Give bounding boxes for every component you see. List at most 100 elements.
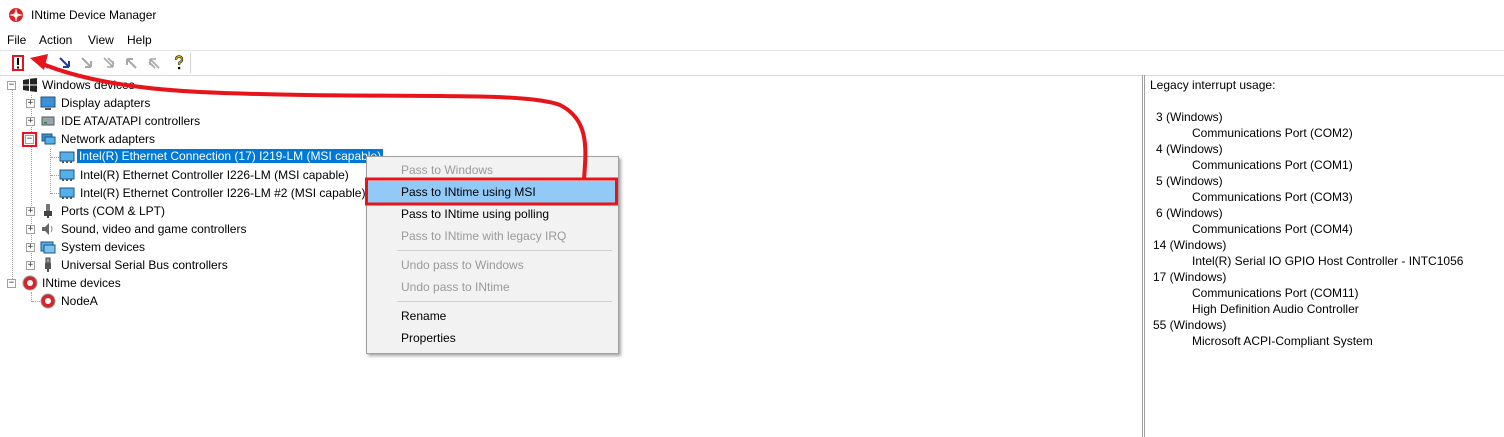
menu-action[interactable]: Action <box>39 33 72 47</box>
menu-bar: File Action View Help <box>0 30 1504 50</box>
menu-item-label: Pass to INtime using polling <box>401 207 550 221</box>
expand-toggle[interactable]: + <box>26 243 35 252</box>
pass-up-multi-disabled-icon <box>148 58 160 69</box>
tree-node-usb[interactable]: + Universal Serial Bus controllers <box>0 256 400 274</box>
menu-item-label: Pass to INtime using MSI <box>401 185 536 199</box>
menu-item-label: Pass to Windows <box>401 163 494 177</box>
collapse-toggle[interactable]: − <box>7 279 16 288</box>
menu-rename[interactable]: Rename <box>367 305 618 327</box>
tree-label: Intel(R) Ethernet Controller I226-LM #2 … <box>80 186 366 200</box>
pass-up-multi-disabled-button[interactable] <box>145 54 163 72</box>
tree-node-display-adapters[interactable]: + Display adapters <box>0 94 400 112</box>
irq-label: 17 (Windows) <box>1153 270 1227 284</box>
intime-node-icon <box>40 293 56 309</box>
port-icon <box>44 204 52 218</box>
irq-label: 3 (Windows) <box>1156 110 1223 124</box>
tree-node-network-adapters[interactable]: − Network adapters <box>0 130 400 148</box>
help-button[interactable] <box>170 54 188 72</box>
toolbar-separator <box>190 53 191 73</box>
toolbar <box>0 50 1504 76</box>
irq-label: 4 (Windows) <box>1156 142 1223 156</box>
irq-device: High Definition Audio Controller <box>1192 302 1359 316</box>
network-card-icon <box>59 169 75 181</box>
irq-label: 5 (Windows) <box>1156 174 1223 188</box>
tree-node-nic-i219[interactable]: Intel(R) Ethernet Connection (17) I219-L… <box>0 148 400 166</box>
speaker-icon <box>42 223 53 235</box>
menu-help[interactable]: Help <box>127 33 152 47</box>
exclamation-button[interactable] <box>9 54 27 72</box>
tree-node-nic-i226[interactable]: Intel(R) Ethernet Controller I226-LM (MS… <box>0 166 400 184</box>
menu-item-label: Properties <box>401 331 456 345</box>
title-bar: INtime Device Manager <box>0 0 1504 30</box>
tree-line <box>51 157 59 158</box>
irq-device: Communications Port (COM4) <box>1192 222 1353 236</box>
pass-down-disabled-icon <box>81 57 92 68</box>
menu-pass-to-intime-polling[interactable]: Pass to INtime using polling <box>367 203 618 225</box>
menu-undo-pass-intime[interactable]: Undo pass to INtime <box>367 276 618 298</box>
tree-node-windows-devices[interactable]: − Windows devices <box>0 76 400 94</box>
menu-properties[interactable]: Properties <box>367 327 618 349</box>
tree-label: Sound, video and game controllers <box>61 222 247 236</box>
back-button[interactable] <box>34 54 52 72</box>
intime-logo-icon <box>22 275 38 291</box>
drive-icon <box>41 116 55 126</box>
tree-line <box>32 301 40 302</box>
menu-view[interactable]: View <box>88 33 114 47</box>
expand-toggle[interactable]: + <box>26 99 35 108</box>
tree-label: System devices <box>61 240 146 254</box>
system-folder-icon <box>40 241 56 254</box>
irq-label: 14 (Windows) <box>1153 238 1227 252</box>
pass-down-multi-disabled-button[interactable] <box>100 54 118 72</box>
expand-toggle[interactable]: + <box>26 225 35 234</box>
tree-node-intime-devices[interactable]: − INtime devices <box>0 274 400 292</box>
tree-label: NodeA <box>61 294 98 308</box>
irq-label: 55 (Windows) <box>1153 318 1227 332</box>
collapse-toggle[interactable]: − <box>25 135 34 144</box>
collapse-toggle[interactable]: − <box>7 81 16 90</box>
menu-pass-to-intime-msi[interactable]: Pass to INtime using MSI <box>367 181 618 203</box>
menu-item-label: Undo pass to Windows <box>401 258 524 272</box>
pass-down-button[interactable] <box>56 54 74 72</box>
pass-down-multi-disabled-icon <box>103 57 115 68</box>
menu-item-label: Pass to INtime with legacy IRQ <box>401 229 567 243</box>
window-title: INtime Device Manager <box>31 8 157 22</box>
menu-pass-to-windows[interactable]: Pass to Windows <box>367 159 618 181</box>
pass-up-disabled-icon <box>126 58 137 69</box>
tree-node-sound[interactable]: + Sound, video and game controllers <box>0 220 400 238</box>
irq-device: Communications Port (COM1) <box>1192 158 1353 172</box>
pane-heading: Legacy interrupt usage: <box>1150 78 1276 92</box>
irq-device: Communications Port (COM2) <box>1192 126 1353 140</box>
tree-node-nodea[interactable]: NodeA <box>0 292 400 310</box>
tree-label: Ports (COM & LPT) <box>61 204 166 218</box>
expand-toggle[interactable]: + <box>26 261 35 270</box>
network-card-icon <box>59 151 75 163</box>
irq-device: Communications Port (COM3) <box>1192 190 1353 204</box>
irq-device: Microsoft ACPI-Compliant System <box>1192 334 1373 348</box>
context-menu: Pass to Windows Pass to INtime using MSI… <box>366 156 619 354</box>
tree-node-nic-i226-2[interactable]: Intel(R) Ethernet Controller I226-LM #2 … <box>0 184 400 202</box>
menu-item-label: Rename <box>401 309 447 323</box>
irq-device: Communications Port (COM11) <box>1192 286 1359 300</box>
monitor-icon <box>40 96 56 110</box>
network-icon <box>41 133 56 145</box>
tree-node-system-devices[interactable]: + System devices <box>0 238 400 256</box>
tree-label: Intel(R) Ethernet Controller I226-LM (MS… <box>80 168 349 182</box>
app-logo-icon <box>9 8 23 22</box>
tree-node-ide-controllers[interactable]: + IDE ATA/ATAPI controllers <box>0 112 400 130</box>
menu-undo-pass-windows[interactable]: Undo pass to Windows <box>367 254 618 276</box>
pass-up-disabled-button[interactable] <box>122 54 140 72</box>
tree-node-ports[interactable]: + Ports (COM & LPT) <box>0 202 400 220</box>
network-card-icon <box>59 187 75 199</box>
arrow-back-icon <box>38 58 49 69</box>
pass-down-icon <box>59 57 70 68</box>
tree-line <box>51 193 59 194</box>
expand-toggle[interactable]: + <box>26 117 35 126</box>
tree-label: Display adapters <box>61 96 151 110</box>
expand-toggle[interactable]: + <box>26 207 35 216</box>
tree-label: Network adapters <box>61 132 156 146</box>
tree-label: Windows devices <box>42 78 135 92</box>
pass-down-disabled-button[interactable] <box>78 54 96 72</box>
menu-file[interactable]: File <box>7 33 26 47</box>
windows-logo-icon <box>23 78 37 92</box>
menu-pass-to-intime-legacy[interactable]: Pass to INtime with legacy IRQ <box>367 225 618 247</box>
